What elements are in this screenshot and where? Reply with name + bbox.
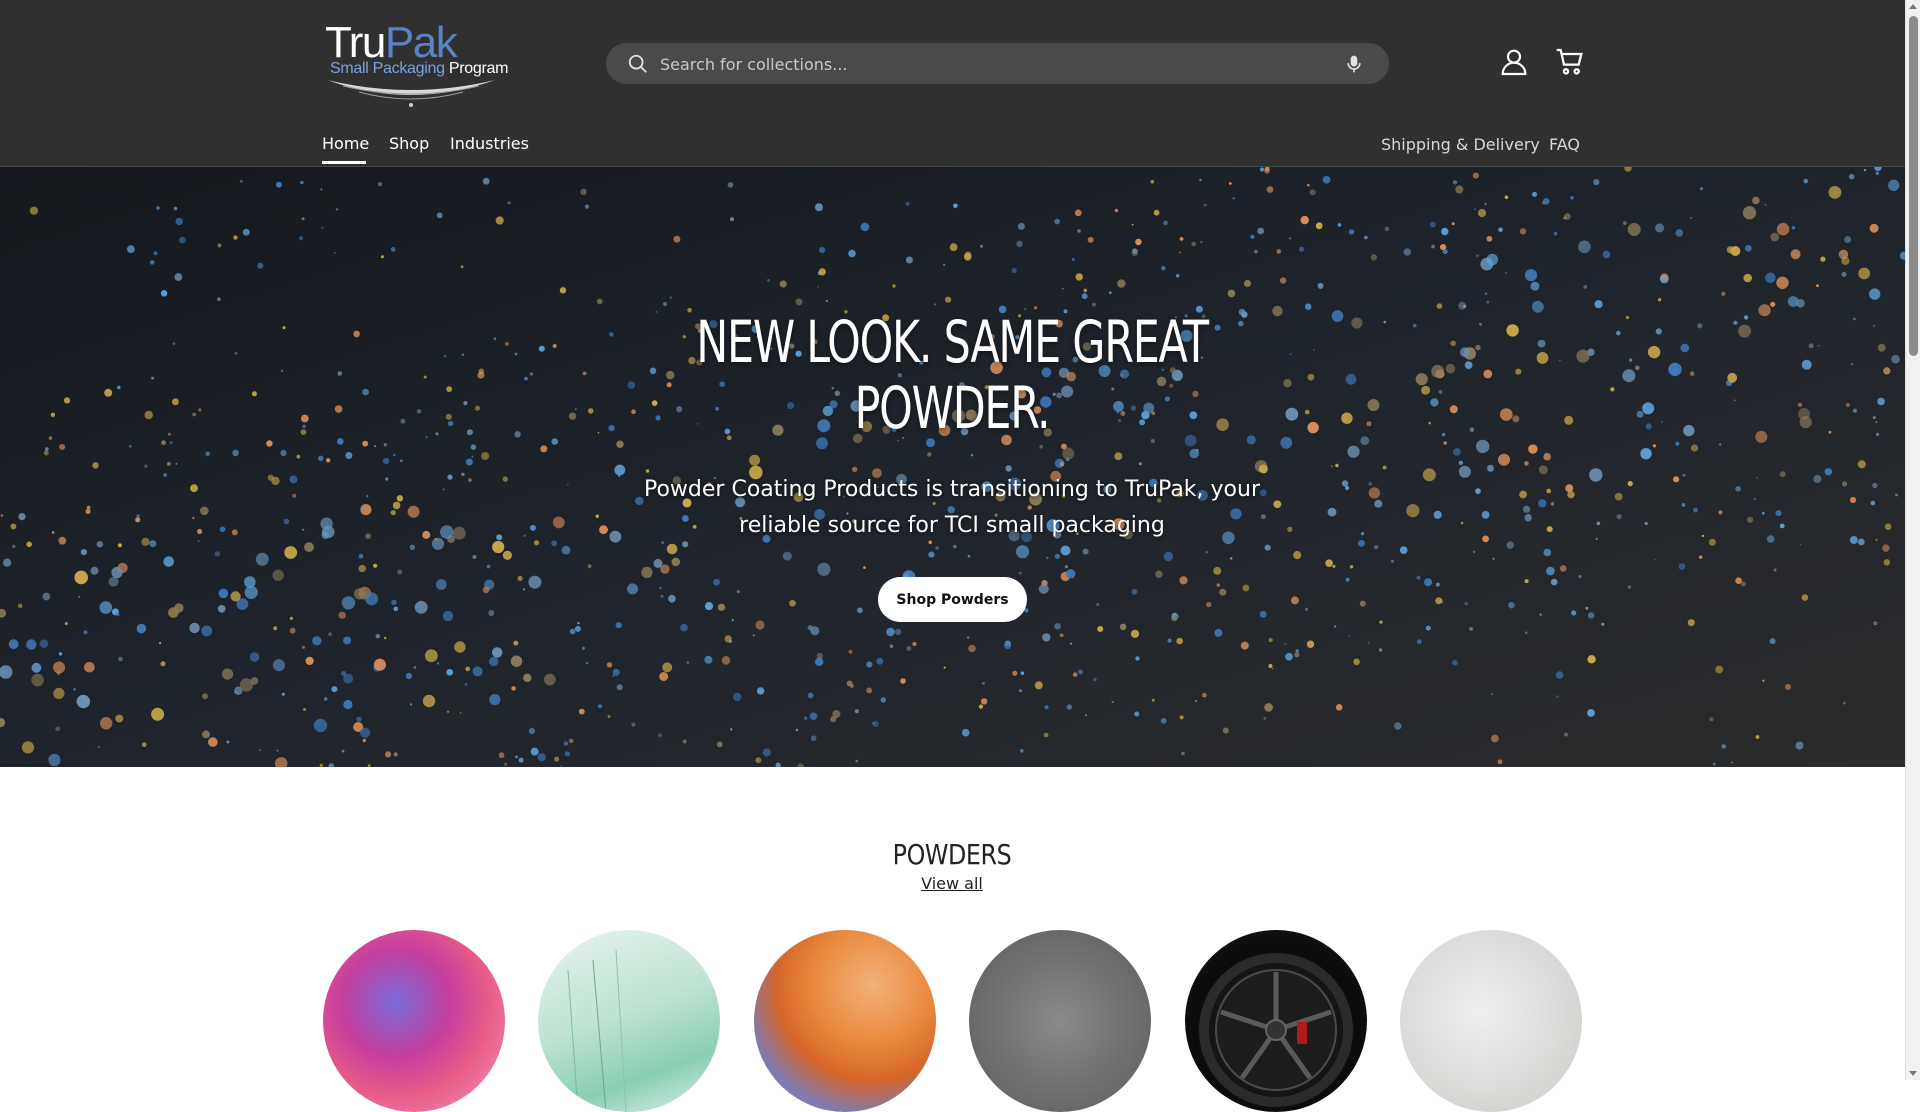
account-icon[interactable] — [1498, 46, 1530, 82]
category-pigment-powder[interactable] — [754, 930, 936, 1112]
scroll-up-arrow-icon[interactable] — [1909, 4, 1917, 9]
category-chameleon-powder[interactable] — [323, 930, 505, 1112]
nav-item-faq[interactable]: FAQ — [1549, 135, 1580, 154]
search-bar[interactable] — [606, 43, 1389, 86]
hero-title-line1: NEW LOOK. SAME GREAT — [696, 308, 1209, 376]
clear-powder-lines — [567, 949, 627, 1112]
powder-particles-background — [0, 167, 1905, 767]
cart-icon[interactable] — [1554, 46, 1586, 82]
hero-title-line2: POWDER. — [854, 374, 1051, 442]
hero-banner: NEW LOOK. SAME GREAT POWDER. Powder Coat… — [0, 167, 1905, 767]
category-wheel-powder[interactable] — [1185, 930, 1367, 1112]
search-icon[interactable] — [627, 53, 649, 79]
logo-swoosh-graphic — [327, 80, 495, 107]
nav-item-shop[interactable]: Shop — [389, 134, 429, 153]
wheel-graphic — [1199, 953, 1353, 1107]
scroll-down-arrow-icon[interactable] — [1909, 1071, 1917, 1076]
nav-item-home[interactable]: Home — [322, 134, 369, 153]
hero-subtitle-line1: Powder Coating Products is transitioning… — [643, 477, 1261, 502]
view-all-link[interactable]: View all — [902, 874, 1002, 893]
microphone-icon[interactable] — [1344, 53, 1364, 79]
category-primer-powder[interactable] — [1400, 930, 1582, 1112]
hero-subtitle-line2: reliable source for TCI small packaging — [739, 513, 1165, 538]
category-metallic-powder[interactable] — [969, 930, 1151, 1112]
trupak-logo[interactable]: TruPak Small Packaging Program — [323, 18, 508, 113]
nav-item-industries[interactable]: Industries — [450, 134, 529, 153]
powders-section-title: POWDERS — [892, 838, 1012, 871]
hero-subtitle: Powder Coating Products is transitioning… — [602, 472, 1302, 544]
scroll-thumb[interactable] — [1909, 16, 1918, 356]
hero-title: NEW LOOK. SAME GREAT POWDER. — [624, 309, 1280, 441]
logo-tagline-part1: Small Packaging — [330, 60, 445, 77]
site-header: TruPak Small Packaging Program Home Shop… — [0, 0, 1905, 167]
logo-tagline-part2: Program — [448, 60, 509, 77]
search-input[interactable] — [658, 43, 1322, 86]
page-scrollbar[interactable] — [1905, 0, 1920, 1080]
category-clear-powder[interactable] — [538, 930, 720, 1112]
nav-active-indicator — [322, 161, 366, 164]
shop-powders-button[interactable]: Shop Powders — [878, 577, 1027, 622]
nav-item-shipping-delivery[interactable]: Shipping & Delivery — [1381, 135, 1540, 154]
